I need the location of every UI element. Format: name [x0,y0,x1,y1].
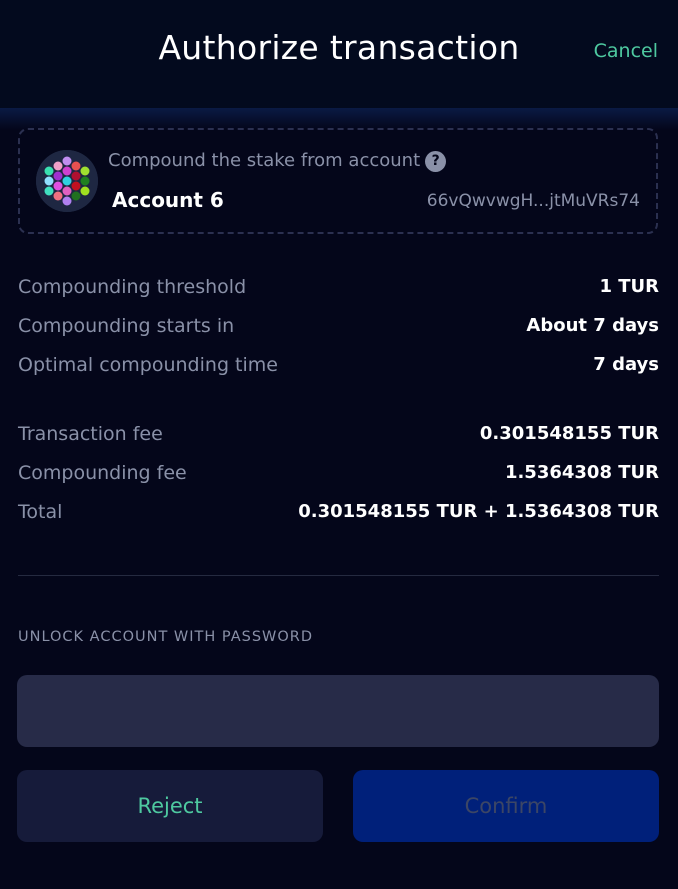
account-card: Compound the stake from account? Account… [18,128,658,234]
detail-label: Optimal compounding time [18,353,278,376]
page-title: Authorize transaction [158,28,520,67]
account-address: 66vQwvwgH...jtMuVRs74 [426,191,640,211]
fee-value: 1.5364308 TUR [504,462,659,483]
fee-label: Compounding fee [18,461,187,484]
cancel-button[interactable]: Cancel [594,40,658,62]
detail-value: 1 TUR [599,276,659,297]
total-row: Total 0.301548155 TUR + 1.5364308 TUR [18,492,659,531]
account-caption: Compound the stake from account? [108,150,447,172]
fee-row: Transaction fee 0.301548155 TUR [18,414,659,453]
password-label: UNLOCK ACCOUNT WITH PASSWORD [18,629,314,645]
identicon-svg [36,150,98,212]
divider [18,575,659,576]
detail-row: Optimal compounding time 7 days [18,345,659,384]
account-name: Account 6 [112,188,224,212]
detail-row: Compounding starts in About 7 days [18,306,659,345]
detail-label: Compounding starts in [18,314,235,337]
confirm-button[interactable]: Confirm [353,770,659,842]
question-circle-icon[interactable]: ? [425,151,447,172]
account-identicon-icon [36,150,98,212]
detail-value: About 7 days [526,315,659,336]
detail-value: 7 days [593,354,659,375]
detail-row: Compounding threshold 1 TUR [18,267,659,306]
total-label: Total [18,500,63,523]
account-caption-text: Compound the stake from account [108,150,421,171]
fee-details: Transaction fee 0.301548155 TUR Compound… [18,414,659,531]
total-value: 0.301548155 TUR + 1.5364308 TUR [298,501,659,522]
fee-label: Transaction fee [18,422,163,445]
fee-row: Compounding fee 1.5364308 TUR [18,453,659,492]
password-input[interactable] [17,675,659,747]
reject-button[interactable]: Reject [17,770,323,842]
fee-value: 0.301548155 TUR [479,423,659,444]
detail-label: Compounding threshold [18,275,247,298]
header-glow [0,108,678,130]
compounding-details: Compounding threshold 1 TUR Compounding … [18,267,659,384]
